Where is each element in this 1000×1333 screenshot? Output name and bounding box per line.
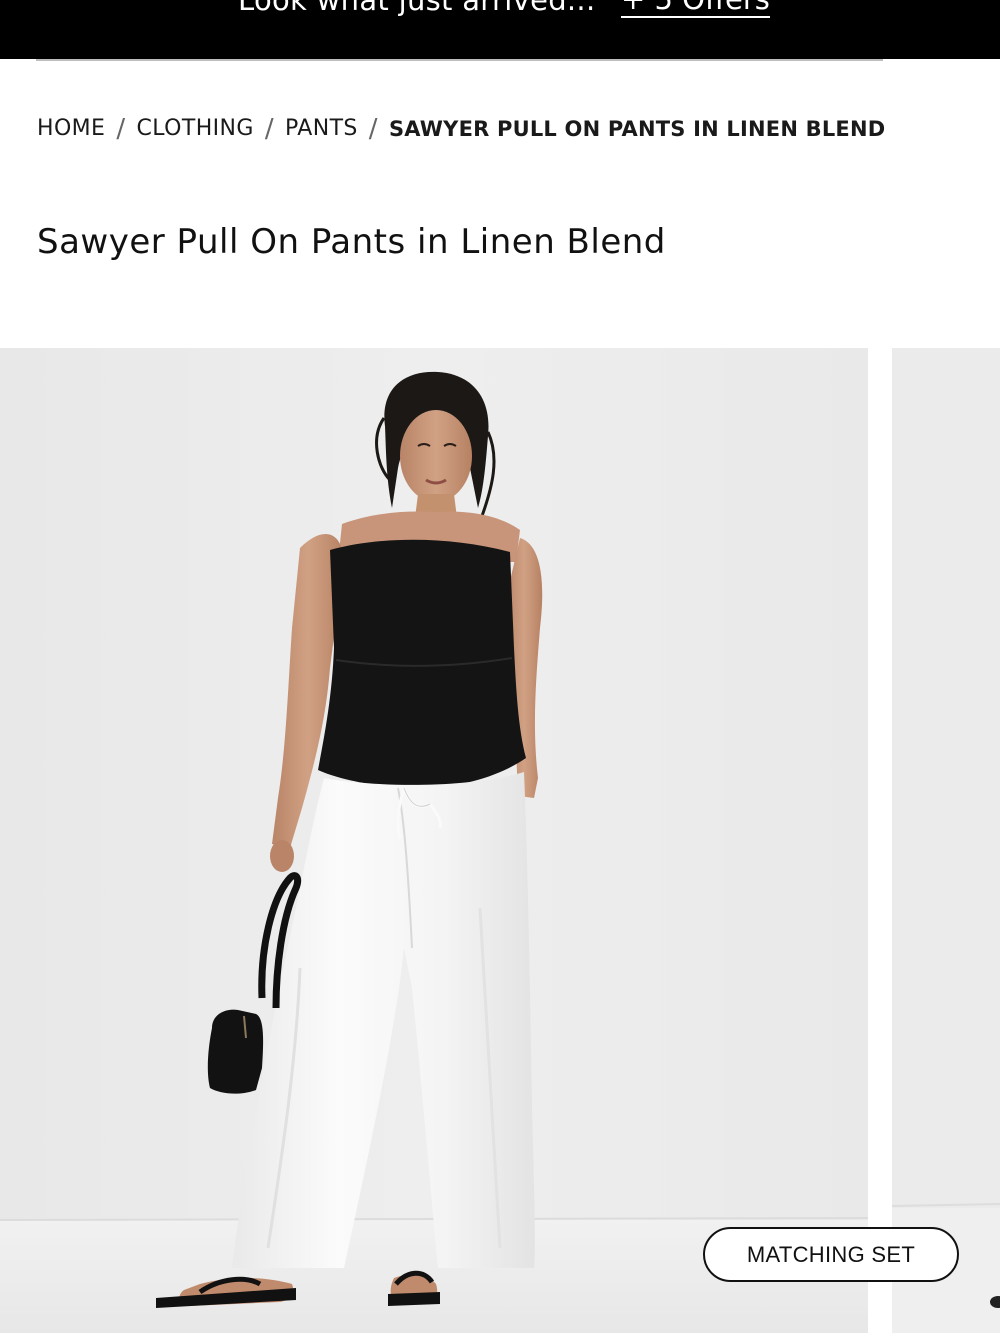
product-image[interactable] bbox=[0, 348, 868, 1333]
product-title: Sawyer Pull On Pants in Linen Blend bbox=[37, 222, 666, 262]
breadcrumb-separator: / bbox=[264, 113, 275, 144]
breadcrumb-separator: / bbox=[116, 113, 126, 144]
breadcrumb-current: SAWYER PULL ON PANTS IN LINEN BLEND bbox=[388, 116, 886, 141]
breadcrumb-home[interactable]: HOME bbox=[37, 116, 105, 141]
breadcrumb-separator: / bbox=[368, 113, 378, 144]
breadcrumb: HOME / CLOTHING / PANTS / SAWYER PULL ON… bbox=[37, 113, 886, 144]
header-divider bbox=[36, 59, 883, 61]
breadcrumb-clothing[interactable]: CLOTHING bbox=[137, 116, 254, 141]
promo-text: Look what just arrived... bbox=[238, 0, 596, 17]
model-bag bbox=[207, 1009, 264, 1094]
matching-set-button[interactable]: MATCHING SET bbox=[703, 1227, 959, 1282]
model-top bbox=[318, 539, 526, 788]
promo-banner: Look what just arrived... + 5 Offers bbox=[0, 0, 1000, 59]
offers-link[interactable]: + 5 Offers bbox=[621, 0, 770, 18]
breadcrumb-pants[interactable]: PANTS bbox=[285, 116, 358, 141]
next-product-image[interactable] bbox=[892, 348, 1000, 1333]
model-face bbox=[400, 410, 472, 502]
